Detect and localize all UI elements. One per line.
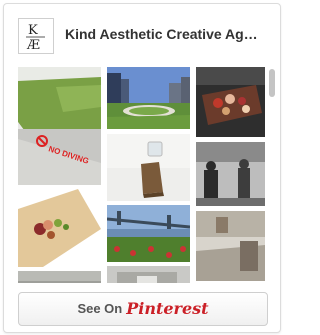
food-on-board-photo [18,189,101,267]
scrollbar-thumb[interactable] [269,69,275,97]
pin-no-diving[interactable]: NO DIVING [18,129,101,185]
pin-cutting-board[interactable] [107,134,190,201]
monogram-logo-icon: K Æ [19,19,53,53]
pin-city-park[interactable] [107,67,190,129]
board-avatar[interactable]: K Æ [18,18,54,54]
svg-text:Æ: Æ [26,38,40,53]
bridge-river-photo [107,205,190,262]
board-header: K Æ Kind Aesthetic Creative Ag… [4,4,280,66]
board-title-link[interactable]: Kind Aesthetic Creative Ag… [65,26,275,42]
cutting-board-photo [107,134,190,201]
pin-bridge-river[interactable] [107,205,190,262]
pin-workers-bw[interactable] [196,142,265,206]
pin-garden[interactable] [107,266,190,283]
see-on-pinterest-button[interactable]: See On Pinterest [18,292,268,326]
pinterest-logo-text: Pinterest [126,299,209,318]
kitchen-photo [196,211,265,281]
garden-photo [107,266,190,283]
pin-grid-scrollbar[interactable] [269,67,275,283]
workers-bw-photo [196,142,265,206]
pin-kitchen[interactable] [196,211,265,281]
see-on-label: See On [77,301,123,316]
tray-of-food-photo [196,67,265,137]
pin-food-tray[interactable] [196,67,265,137]
svg-text:K: K [28,23,38,38]
no-diving-sign-photo: NO DIVING [18,129,101,185]
city-park-photo [107,67,190,129]
pin-food-board[interactable] [18,189,101,267]
pin-partial-bottom[interactable] [18,271,101,283]
pinterest-board-widget: K Æ Kind Aesthetic Creative Ag… NO DIVIN… [3,3,281,333]
pin-grid: NO DIVING [18,67,269,283]
partial-photo [18,271,101,283]
